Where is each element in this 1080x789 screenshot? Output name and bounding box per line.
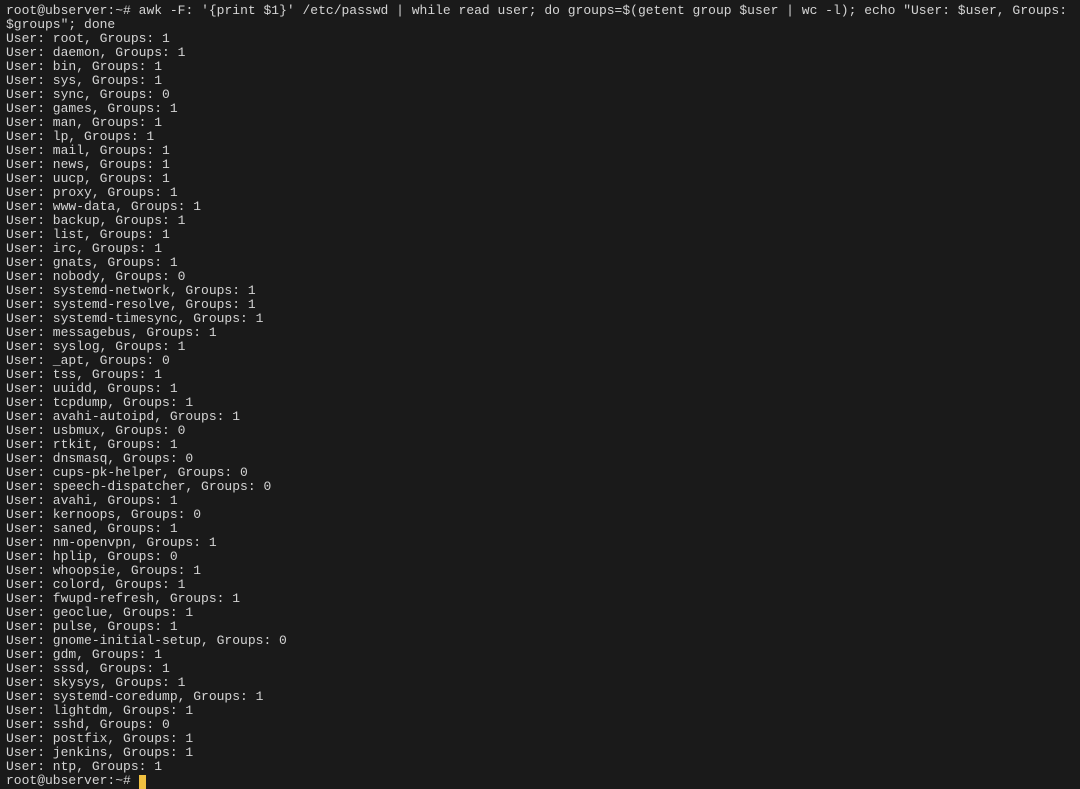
output-line: User: avahi, Groups: 1 bbox=[6, 494, 1074, 508]
output-line: User: geoclue, Groups: 1 bbox=[6, 606, 1074, 620]
output-line: User: systemd-timesync, Groups: 1 bbox=[6, 312, 1074, 326]
output-line: User: skysys, Groups: 1 bbox=[6, 676, 1074, 690]
output-line: User: mail, Groups: 1 bbox=[6, 144, 1074, 158]
output-line: User: uuidd, Groups: 1 bbox=[6, 382, 1074, 396]
output-line: User: gdm, Groups: 1 bbox=[6, 648, 1074, 662]
output-line: User: lp, Groups: 1 bbox=[6, 130, 1074, 144]
output-line: User: kernoops, Groups: 0 bbox=[6, 508, 1074, 522]
output-line: User: systemd-resolve, Groups: 1 bbox=[6, 298, 1074, 312]
output-line: User: jenkins, Groups: 1 bbox=[6, 746, 1074, 760]
output-line: User: sync, Groups: 0 bbox=[6, 88, 1074, 102]
output-line: User: man, Groups: 1 bbox=[6, 116, 1074, 130]
output-line: User: colord, Groups: 1 bbox=[6, 578, 1074, 592]
output-line: User: cups-pk-helper, Groups: 0 bbox=[6, 466, 1074, 480]
output-line: User: postfix, Groups: 1 bbox=[6, 732, 1074, 746]
output-line: User: gnats, Groups: 1 bbox=[6, 256, 1074, 270]
output-line: User: lightdm, Groups: 1 bbox=[6, 704, 1074, 718]
shell-prompt: root@ubserver:~# bbox=[6, 773, 139, 788]
output-block: User: root, Groups: 1User: daemon, Group… bbox=[6, 32, 1074, 774]
output-line: User: rtkit, Groups: 1 bbox=[6, 438, 1074, 452]
output-line: User: saned, Groups: 1 bbox=[6, 522, 1074, 536]
output-line: User: messagebus, Groups: 1 bbox=[6, 326, 1074, 340]
prompt-symbol: # bbox=[123, 3, 131, 18]
output-line: User: whoopsie, Groups: 1 bbox=[6, 564, 1074, 578]
output-line: User: speech-dispatcher, Groups: 0 bbox=[6, 480, 1074, 494]
output-line: User: syslog, Groups: 1 bbox=[6, 340, 1074, 354]
output-line: User: _apt, Groups: 0 bbox=[6, 354, 1074, 368]
prompt-symbol: # bbox=[123, 773, 131, 788]
output-line: User: list, Groups: 1 bbox=[6, 228, 1074, 242]
prompt-line-ready[interactable]: root@ubserver:~# bbox=[6, 774, 1074, 788]
output-line: User: hplip, Groups: 0 bbox=[6, 550, 1074, 564]
output-line: User: pulse, Groups: 1 bbox=[6, 620, 1074, 634]
output-line: User: systemd-coredump, Groups: 1 bbox=[6, 690, 1074, 704]
output-line: User: systemd-network, Groups: 1 bbox=[6, 284, 1074, 298]
prompt-path: ~ bbox=[115, 773, 123, 788]
terminal-window[interactable]: root@ubserver:~# awk -F: '{print $1}' /e… bbox=[6, 4, 1074, 788]
output-line: User: news, Groups: 1 bbox=[6, 158, 1074, 172]
shell-prompt: root@ubserver:~# bbox=[6, 3, 139, 18]
output-line: User: daemon, Groups: 1 bbox=[6, 46, 1074, 60]
prompt-user-host: root@ubserver bbox=[6, 773, 107, 788]
command-line: root@ubserver:~# awk -F: '{print $1}' /e… bbox=[6, 4, 1074, 32]
output-line: User: irc, Groups: 1 bbox=[6, 242, 1074, 256]
output-line: User: dnsmasq, Groups: 0 bbox=[6, 452, 1074, 466]
output-line: User: www-data, Groups: 1 bbox=[6, 200, 1074, 214]
output-line: User: tss, Groups: 1 bbox=[6, 368, 1074, 382]
output-line: User: backup, Groups: 1 bbox=[6, 214, 1074, 228]
output-line: User: uucp, Groups: 1 bbox=[6, 172, 1074, 186]
prompt-path: ~ bbox=[115, 3, 123, 18]
prompt-user-host: root@ubserver bbox=[6, 3, 107, 18]
output-line: User: nobody, Groups: 0 bbox=[6, 270, 1074, 284]
output-line: User: ntp, Groups: 1 bbox=[6, 760, 1074, 774]
output-line: User: sys, Groups: 1 bbox=[6, 74, 1074, 88]
output-line: User: tcpdump, Groups: 1 bbox=[6, 396, 1074, 410]
output-line: User: root, Groups: 1 bbox=[6, 32, 1074, 46]
output-line: User: proxy, Groups: 1 bbox=[6, 186, 1074, 200]
output-line: User: avahi-autoipd, Groups: 1 bbox=[6, 410, 1074, 424]
output-line: User: sssd, Groups: 1 bbox=[6, 662, 1074, 676]
output-line: User: fwupd-refresh, Groups: 1 bbox=[6, 592, 1074, 606]
output-line: User: bin, Groups: 1 bbox=[6, 60, 1074, 74]
output-line: User: usbmux, Groups: 0 bbox=[6, 424, 1074, 438]
output-line: User: games, Groups: 1 bbox=[6, 102, 1074, 116]
cursor-icon[interactable] bbox=[139, 775, 146, 789]
output-line: User: gnome-initial-setup, Groups: 0 bbox=[6, 634, 1074, 648]
output-line: User: nm-openvpn, Groups: 1 bbox=[6, 536, 1074, 550]
command-text: awk -F: '{print $1}' /etc/passwd | while… bbox=[6, 3, 1075, 32]
